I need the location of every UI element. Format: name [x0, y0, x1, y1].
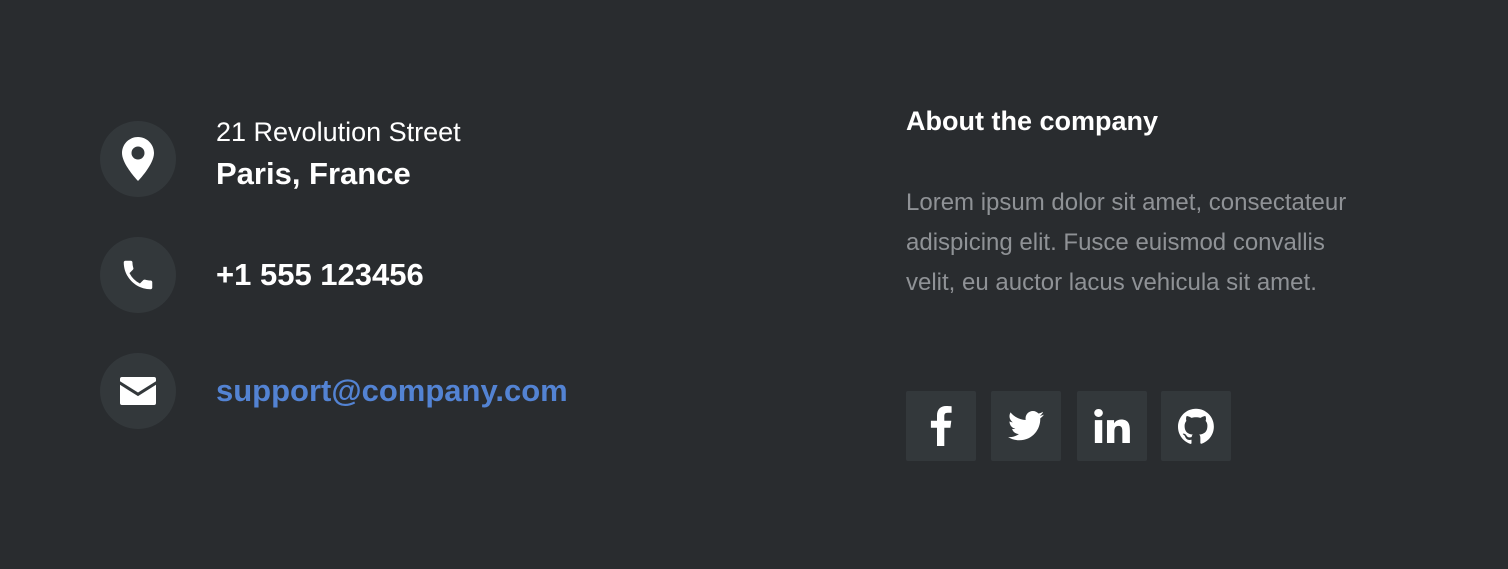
twitter-icon [1008, 411, 1044, 441]
about-section: About the company Lorem ipsum dolor sit … [906, 104, 1376, 303]
linkedin-button[interactable] [1077, 391, 1147, 461]
github-icon [1178, 408, 1214, 444]
about-text: Lorem ipsum dolor sit amet, consectateur… [906, 189, 1347, 296]
phone-number: +1 555 123456 [216, 257, 424, 292]
social-links [906, 391, 1246, 461]
email-row: support@company.com [100, 353, 568, 429]
about-title: About the company [906, 106, 1159, 136]
map-marker-icon [100, 121, 176, 197]
github-button[interactable] [1161, 391, 1231, 461]
phone-text-wrap: +1 555 123456 [216, 254, 424, 296]
email-text-wrap: support@company.com [216, 370, 568, 412]
footer: 21 Revolution Street Paris, France +1 55… [0, 0, 1508, 569]
envelope-icon [100, 353, 176, 429]
contact-info: 21 Revolution Street Paris, France +1 55… [100, 0, 800, 569]
phone-row: +1 555 123456 [100, 237, 424, 313]
linkedin-icon [1094, 409, 1130, 443]
facebook-icon [930, 406, 952, 446]
facebook-button[interactable] [906, 391, 976, 461]
address-street: 21 Revolution Street [216, 117, 461, 147]
twitter-button[interactable] [991, 391, 1061, 461]
address-row: 21 Revolution Street Paris, France [100, 117, 461, 197]
address-city: Paris, France [216, 156, 411, 191]
email-link[interactable]: support@company.com [216, 370, 568, 412]
address-text: 21 Revolution Street Paris, France [216, 117, 461, 195]
phone-icon [100, 237, 176, 313]
